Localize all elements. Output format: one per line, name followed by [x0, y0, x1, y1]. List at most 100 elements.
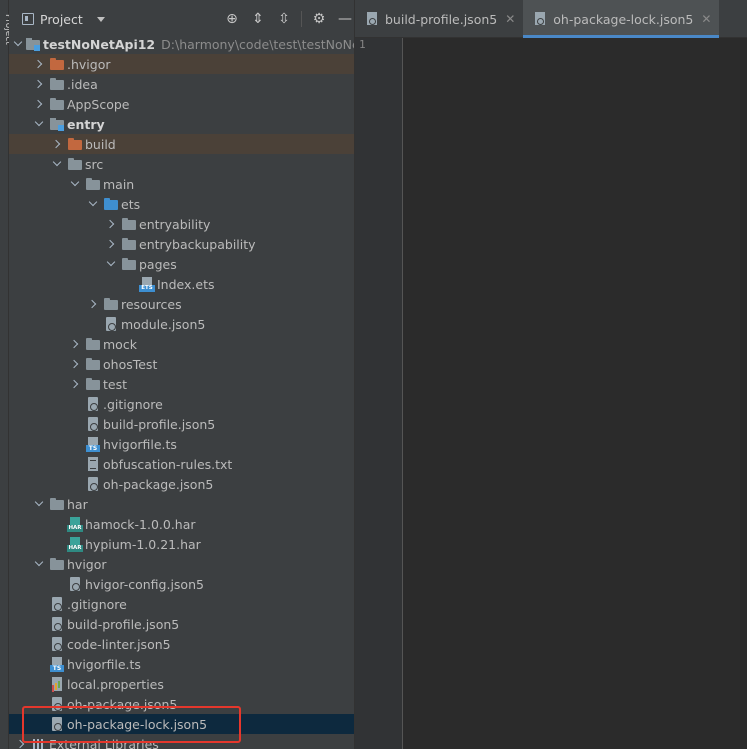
tree-item[interactable]: hvigorfile.ts [9, 434, 354, 454]
chevron-right-icon[interactable] [69, 374, 81, 394]
editor-content[interactable] [403, 38, 747, 749]
tree-item[interactable]: testNoNetApi12 D:\harmony\code\test\testN… [9, 34, 354, 54]
tree-item[interactable]: pages [9, 254, 354, 274]
tree-item[interactable]: AppScope [9, 94, 354, 114]
tree-item-label: hvigorfile.ts [67, 656, 141, 672]
tree-item[interactable]: entry [9, 114, 354, 134]
tree-item-label: mock [103, 336, 137, 352]
chevron-right-icon[interactable] [33, 94, 45, 114]
json-file-icon [365, 12, 379, 26]
chevron-right-icon[interactable] [51, 134, 63, 154]
tree-item[interactable]: test [9, 374, 354, 394]
tree-item[interactable]: hvigorfile.ts [9, 654, 354, 674]
tree-item[interactable]: .gitignore [9, 594, 354, 614]
folder-blue-icon [103, 196, 119, 212]
json-icon [49, 596, 65, 612]
expand-all-icon[interactable]: ⇕ [245, 9, 271, 29]
tree-item-label: build [85, 136, 116, 152]
close-icon[interactable]: ✕ [701, 12, 711, 26]
ts-icon [85, 436, 101, 452]
chevron-down-icon[interactable] [105, 254, 117, 274]
tree-item[interactable]: hamock-1.0.0.har [9, 514, 354, 534]
json-icon [103, 316, 119, 332]
chevron-right-icon[interactable] [69, 334, 81, 354]
collapse-all-icon[interactable]: ⇳ [271, 9, 297, 29]
tree-item[interactable]: resources [9, 294, 354, 314]
tree-item-label: main [103, 176, 135, 192]
close-icon[interactable]: ✕ [505, 12, 515, 26]
project-panel: Project ⊕ ⇕ ⇳ ⚙ — testNoNetApi12 D:\harmony\c… [9, 0, 354, 749]
chevron-down-icon[interactable] [33, 494, 45, 514]
chevron-right-icon[interactable] [87, 294, 99, 314]
json-icon [49, 616, 65, 632]
tree-item-label: oh-package.json5 [103, 476, 214, 492]
tree-item-label: pages [139, 256, 177, 272]
folder-icon [121, 216, 137, 232]
json-icon [85, 416, 101, 432]
tree-item[interactable]: build-profile.json5 [9, 614, 354, 634]
folder-icon [67, 156, 83, 172]
tree-item[interactable]: hypium-1.0.21.har [9, 534, 354, 554]
tree-item-label: ohosTest [103, 356, 158, 372]
tree-item[interactable]: .hvigor [9, 54, 354, 74]
tree-item-label: src [85, 156, 104, 172]
tree-item-label: AppScope [67, 96, 130, 112]
tree-item[interactable]: oh-package.json5 [9, 474, 354, 494]
project-panel-header: Project ⊕ ⇕ ⇳ ⚙ — [9, 0, 354, 38]
folder-icon [121, 256, 137, 272]
tree-item-label: ets [121, 196, 141, 212]
chevron-down-icon[interactable] [96, 16, 105, 22]
tree-item[interactable]: main [9, 174, 354, 194]
folder-icon [85, 176, 101, 192]
folder-icon [85, 336, 101, 352]
chevron-down-icon[interactable] [33, 114, 45, 134]
project-view-selector[interactable]: Project [40, 12, 83, 27]
editor-tab[interactable]: build-profile.json5 ✕ [355, 0, 523, 38]
ets-icon [139, 276, 155, 292]
chevron-right-icon[interactable] [105, 214, 117, 234]
chevron-down-icon[interactable] [87, 194, 99, 214]
tree-item[interactable]: .idea [9, 74, 354, 94]
tree-item[interactable]: entrybackupability [9, 234, 354, 254]
tree-item[interactable]: hvigor [9, 554, 354, 574]
tree-item[interactable]: src [9, 154, 354, 174]
chevron-down-icon[interactable] [51, 154, 63, 174]
props-icon [49, 676, 65, 692]
folder-icon [103, 296, 119, 312]
tool-window-strip: Project [0, 0, 13, 749]
tree-item[interactable]: local.properties [9, 674, 354, 694]
tree-item-label: build-profile.json5 [103, 416, 216, 432]
tree-item[interactable]: hvigor-config.json5 [9, 574, 354, 594]
ts-icon [49, 656, 65, 672]
tree-item-label: .gitignore [67, 596, 127, 612]
locate-icon[interactable]: ⊕ [219, 9, 245, 29]
tree-item[interactable]: ets [9, 194, 354, 214]
chevron-right-icon[interactable] [33, 74, 45, 94]
chevron-right-icon[interactable] [105, 234, 117, 254]
editor-tabs: build-profile.json5 ✕ oh-package-lock.json… [355, 0, 747, 38]
tree-item[interactable]: build-profile.json5 [9, 414, 354, 434]
tree-item[interactable]: obfuscation-rules.txt [9, 454, 354, 474]
chevron-right-icon[interactable] [33, 54, 45, 74]
chevron-down-icon[interactable] [33, 554, 45, 574]
line-number: 1 [359, 38, 366, 51]
tree-item[interactable]: entryability [9, 214, 354, 234]
hide-icon[interactable]: — [332, 9, 354, 29]
tree-item[interactable]: build [9, 134, 354, 154]
folder-icon [121, 236, 137, 252]
tree-item[interactable]: Index.ets [9, 274, 354, 294]
editor-tab[interactable]: oh-package-lock.json5 ✕ [523, 0, 720, 38]
tree-item[interactable]: code-linter.json5 [9, 634, 354, 654]
settings-icon[interactable]: ⚙ [306, 9, 332, 29]
editor-gutter: 1 [355, 38, 402, 749]
chevron-down-icon[interactable] [13, 34, 23, 54]
project-icon [22, 13, 34, 25]
tree-item[interactable]: ohosTest [9, 354, 354, 374]
chevron-right-icon[interactable] [69, 354, 81, 374]
tree-item[interactable]: module.json5 [9, 314, 354, 334]
tree-item-label: har [67, 496, 88, 512]
tree-item[interactable]: .gitignore [9, 394, 354, 414]
chevron-down-icon[interactable] [69, 174, 81, 194]
tree-item[interactable]: mock [9, 334, 354, 354]
tree-item[interactable]: har [9, 494, 354, 514]
